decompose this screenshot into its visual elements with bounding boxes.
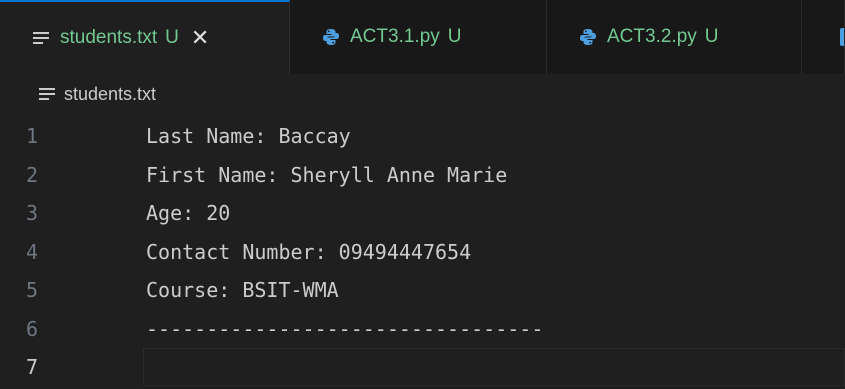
line-text[interactable]: Course: BSIT-WMA: [146, 278, 339, 302]
text-file-icon: [38, 86, 56, 102]
line-number: 7: [25, 355, 38, 380]
line-text[interactable]: Age: 20: [146, 201, 230, 225]
code-editor[interactable]: 1 Last Name: Baccay 2 First Name: Sheryl…: [0, 117, 845, 387]
line-number: 3: [25, 201, 38, 226]
tab-label: ACT3.2.py: [607, 26, 697, 47]
tab-label: students.txt: [60, 27, 158, 48]
line-number: 6: [25, 316, 38, 341]
code-line[interactable]: 2 First Name: Sheryll Anne Marie: [0, 156, 845, 195]
code-line[interactable]: 6 ---------------------------------: [0, 310, 845, 349]
text-file-icon: [32, 30, 50, 46]
python-icon: [322, 28, 340, 46]
code-line[interactable]: 4 Contact Number: 09494447654: [0, 233, 845, 272]
line-text[interactable]: Last Name: Baccay: [146, 124, 351, 148]
editor-window: students.txt U ✕ ACT3.1.py U ACT3.2.py U…: [0, 0, 845, 389]
tab-overflow[interactable]: [802, 0, 845, 74]
tab-bar: students.txt U ✕ ACT3.1.py U ACT3.2.py U: [0, 0, 845, 74]
tab-overflow-edge: [840, 28, 844, 46]
current-line-highlight: [143, 348, 845, 386]
line-number: 5: [25, 278, 38, 303]
breadcrumb[interactable]: students.txt: [0, 74, 845, 114]
tab-students-txt[interactable]: students.txt U ✕: [0, 0, 290, 74]
git-status-badge: U: [165, 27, 179, 48]
git-status-badge: U: [704, 26, 719, 47]
tab-label: ACT3.1.py: [350, 26, 440, 47]
code-line[interactable]: 5 Course: BSIT-WMA: [0, 271, 845, 310]
breadcrumb-file[interactable]: students.txt: [64, 84, 156, 105]
line-text[interactable]: First Name: Sheryll Anne Marie: [146, 163, 507, 187]
line-number: 1: [25, 124, 38, 149]
git-status-badge: U: [447, 26, 462, 47]
tab-act3-2-py[interactable]: ACT3.2.py U: [547, 0, 802, 74]
line-text[interactable]: ---------------------------------: [146, 317, 543, 341]
code-line[interactable]: 3 Age: 20: [0, 194, 845, 233]
line-number: 2: [25, 162, 38, 187]
line-text[interactable]: Contact Number: 09494447654: [146, 240, 471, 264]
current-line[interactable]: 7: [0, 348, 845, 387]
close-icon[interactable]: ✕: [191, 27, 209, 49]
python-icon: [579, 28, 597, 46]
tab-act3-1-py[interactable]: ACT3.1.py U: [290, 0, 547, 74]
code-line[interactable]: 1 Last Name: Baccay: [0, 117, 845, 156]
line-number: 4: [25, 239, 38, 264]
